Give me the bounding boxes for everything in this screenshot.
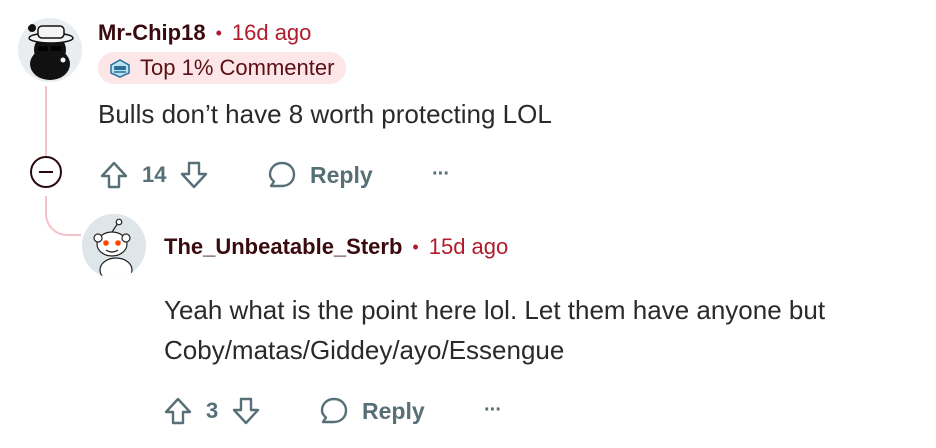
reply-label: Reply [310, 161, 373, 188]
snoo-avatar-icon [82, 214, 146, 278]
username[interactable]: Mr-Chip18 [98, 20, 206, 46]
speech-bubble-icon [320, 397, 348, 424]
separator-dot: • [412, 236, 419, 257]
comment-body: Bulls don’t have 8 worth protecting LOL [98, 99, 552, 129]
comment-body: Yeah what is the point here lol. Let the… [164, 290, 825, 370]
comment-header: The_Unbeatable_Sterb • 15d ago [164, 232, 508, 262]
vote-score: 3 [206, 398, 219, 423]
thread-connector [45, 196, 81, 236]
vote-controls: 14 [98, 159, 210, 191]
upvote-icon[interactable] [98, 159, 130, 191]
more-options-button[interactable]: ··· [484, 394, 502, 426]
speech-bubble-icon [268, 161, 296, 188]
separator-dot: • [215, 22, 222, 43]
comment-header: Mr-Chip18 • 16d ago [98, 18, 311, 48]
downvote-icon[interactable] [178, 159, 210, 191]
reply-label: Reply [362, 397, 425, 424]
badge-icon [110, 59, 130, 78]
more-icon: ··· [432, 162, 450, 185]
collapse-button[interactable] [30, 156, 62, 188]
avatar[interactable] [82, 214, 146, 278]
commenter-badge: Top 1% Commenter [98, 52, 347, 84]
badge-label: Top 1% Commenter [140, 55, 335, 80]
reply-button[interactable]: Reply [266, 159, 373, 191]
comment-body-line: Coby/matas/Giddey/ayo/Essengue [164, 335, 565, 365]
more-icon: ··· [484, 398, 502, 421]
reply-button[interactable]: Reply [318, 395, 425, 427]
vote-score: 14 [142, 162, 167, 187]
vote-controls: 3 [162, 395, 262, 427]
minus-icon [39, 171, 53, 173]
username[interactable]: The_Unbeatable_Sterb [164, 234, 402, 260]
more-options-button[interactable]: ··· [432, 158, 450, 190]
timestamp[interactable]: 15d ago [429, 234, 509, 260]
thread-line [45, 86, 47, 156]
upvote-icon[interactable] [162, 395, 194, 427]
downvote-icon[interactable] [230, 395, 262, 427]
timestamp[interactable]: 16d ago [232, 20, 312, 46]
avatar[interactable] [18, 18, 82, 82]
user-avatar-icon [18, 18, 82, 82]
comment-body-line: Yeah what is the point here lol. Let the… [164, 295, 826, 325]
